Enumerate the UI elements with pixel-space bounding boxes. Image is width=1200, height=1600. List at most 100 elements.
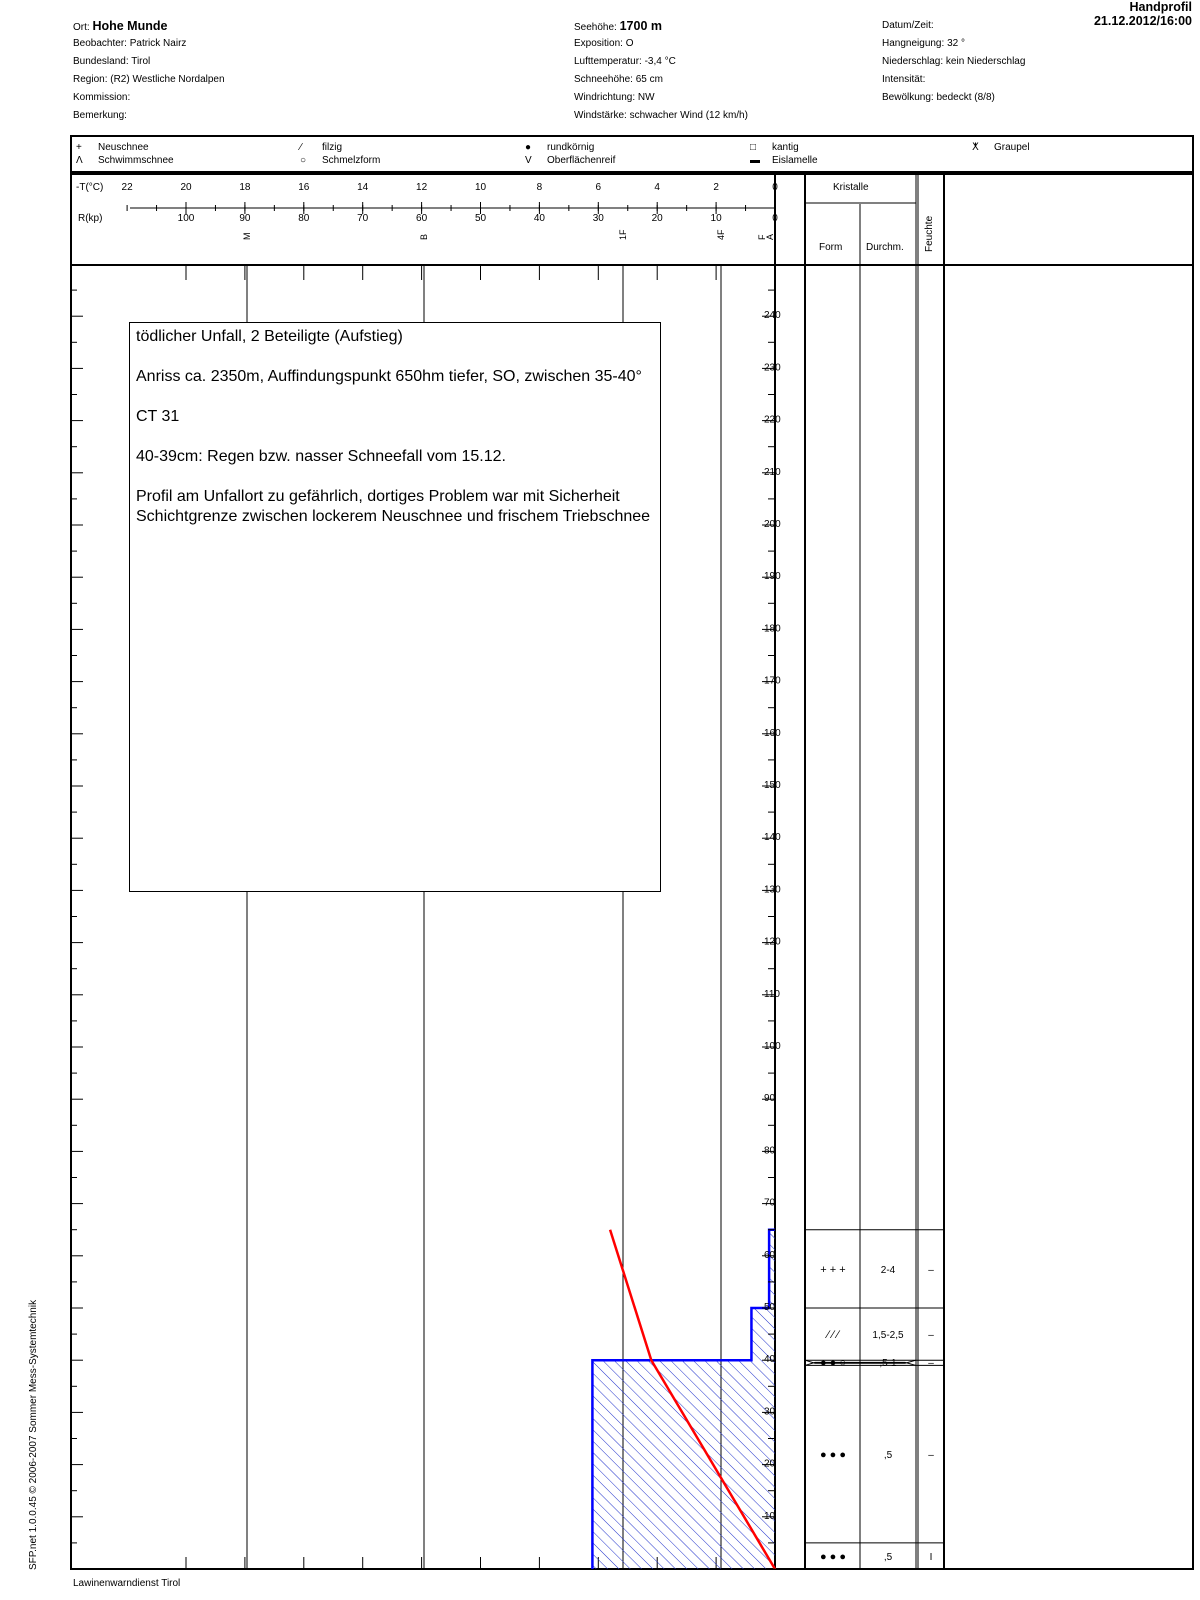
height-tick-label: 220 xyxy=(764,415,781,426)
legend-label: kantig xyxy=(772,142,799,153)
hardness-label: M xyxy=(242,233,252,241)
hardness-fill xyxy=(592,1229,775,1569)
temp-tick-label: 14 xyxy=(357,182,369,193)
note-line: CT 31 xyxy=(136,408,180,425)
height-tick-label: 30 xyxy=(764,1406,776,1417)
remarks-box: tödlicher Unfall, 2 Beteiligte (Aufstieg… xyxy=(129,322,661,892)
temp-tick-label: 8 xyxy=(537,182,543,193)
layer-table: + + + 2-4 – ∕ ∕ ∕ 1,5-2,5 – ● ● ○ ,5-1 – ● ● ● ,5 –… xyxy=(804,1229,944,1570)
layer-diameter: 1,5-2,5 xyxy=(872,1330,904,1341)
layer-form: ● ● ○ xyxy=(820,1357,846,1369)
legend-symbol: ⵅ xyxy=(972,142,979,153)
height-tick-label: 50 xyxy=(764,1302,776,1313)
temp-tick-label: 4 xyxy=(654,182,660,193)
layer-diameter: ,5 xyxy=(884,1552,893,1563)
note-line: Profil am Unfallort zu gefährlich, dorti… xyxy=(136,488,651,525)
note-line: tödlicher Unfall, 2 Beteiligte (Aufstieg… xyxy=(136,328,403,345)
resistance-tick-label: 80 xyxy=(298,213,310,224)
hardness-label: 1F xyxy=(618,229,628,240)
legend-label: Neuschnee xyxy=(98,142,149,153)
legend-label: Oberflächenreif xyxy=(547,155,616,166)
layer-form: ∕ ∕ ∕ xyxy=(824,1329,841,1341)
layer-diameter: ,5 xyxy=(884,1450,893,1461)
layer-form: ● ● ● xyxy=(820,1449,846,1461)
height-tick-label: 120 xyxy=(764,937,781,948)
hardness-label: A xyxy=(765,234,775,240)
temp-tick-label: 18 xyxy=(239,182,251,193)
height-tick-label: 60 xyxy=(764,1250,776,1261)
note-line: 40-39cm: Regen bzw. nasser Schneefall vo… xyxy=(136,448,506,465)
height-tick-label: 10 xyxy=(764,1511,776,1522)
legend-symbol: Λ xyxy=(76,155,83,166)
temp-tick-label: 2 xyxy=(713,182,719,193)
hardness-profile xyxy=(591,1228,775,1569)
form-header: Form xyxy=(819,242,842,253)
height-tick-label: 230 xyxy=(764,362,781,373)
legend-symbol: □ xyxy=(750,142,756,153)
legend-label: rundkörnig xyxy=(547,142,594,153)
software-credit: SFP.net 1.0.0.45 © 2006-2007 Sommer Mess… xyxy=(28,1299,39,1570)
height-tick-label: 20 xyxy=(764,1459,776,1470)
temp-axis-label: -T(°C) xyxy=(76,182,103,193)
hardness-label: 4F xyxy=(716,229,726,240)
resistance-tick-label: 70 xyxy=(357,213,369,224)
resistance-tick-label: 60 xyxy=(416,213,428,224)
feuchte-header: Feuchte xyxy=(924,215,935,252)
temp-tick-label: 10 xyxy=(475,182,487,193)
temp-tick-label: 20 xyxy=(180,182,192,193)
resistance-tick-label: 90 xyxy=(239,213,251,224)
legend-symbol: ○ xyxy=(300,155,306,166)
resistance-tick-label: 30 xyxy=(593,213,605,224)
layer-diameter: ,5-1 xyxy=(879,1358,897,1369)
height-tick-label: 200 xyxy=(764,519,781,530)
legend-symbol: ▬ xyxy=(750,155,760,166)
resistance-tick-label: 0 xyxy=(772,213,778,224)
height-tick-label: 140 xyxy=(764,832,781,843)
legend-symbol: V xyxy=(525,155,532,166)
legend-symbol: + xyxy=(76,142,82,153)
height-tick-label: 210 xyxy=(764,467,781,478)
layer-moisture: – xyxy=(928,1358,934,1369)
layer-moisture: – xyxy=(928,1330,934,1341)
hardness-label: B xyxy=(419,234,429,240)
resistance-tick-label: 10 xyxy=(711,213,723,224)
note-line: Anriss ca. 2350m, Auffindungspunkt 650hm… xyxy=(136,368,642,385)
resistance-axis-label: R(kp) xyxy=(78,213,102,224)
resistance-tick-label: 50 xyxy=(475,213,487,224)
layer-form: ● ● ● xyxy=(820,1551,846,1563)
layer-moisture: – xyxy=(928,1450,934,1461)
temp-tick-label: 22 xyxy=(122,182,134,193)
legend-label: Eislamelle xyxy=(772,155,818,166)
legend-label: Schwimmschnee xyxy=(98,155,174,166)
layer-form: + + + xyxy=(820,1264,845,1276)
temp-tick-label: 0 xyxy=(772,182,778,193)
temp-tick-label: 6 xyxy=(596,182,602,193)
height-tick-label: 190 xyxy=(764,571,781,582)
legend-label: Schmelzform xyxy=(322,155,380,166)
height-tick-label: 150 xyxy=(764,780,781,791)
layer-moisture: – xyxy=(928,1265,934,1276)
layer-diameter: 2-4 xyxy=(881,1265,896,1276)
layer-moisture: I xyxy=(930,1552,933,1563)
temp-tick-label: 12 xyxy=(416,182,428,193)
legend-symbol: ● xyxy=(525,142,531,153)
kristalle-header: Kristalle xyxy=(833,182,869,193)
height-tick-label: 160 xyxy=(764,728,781,739)
height-tick-label: 80 xyxy=(764,1145,776,1156)
footer-organisation: Lawinenwarndienst Tirol xyxy=(73,1578,181,1589)
height-tick-label: 180 xyxy=(764,623,781,634)
legend-label: Graupel xyxy=(994,142,1030,153)
legend-symbol: ∕ xyxy=(297,142,303,153)
resistance-tick-label: 40 xyxy=(534,213,546,224)
temp-tick-label: 16 xyxy=(298,182,310,193)
resistance-tick-label: 100 xyxy=(178,213,195,224)
legend: + Neuschnee Λ Schwimmschnee ∕ filzig ○ Schmelzf… xyxy=(76,142,1030,166)
height-tick-label: 100 xyxy=(764,1041,781,1052)
height-tick-label: 170 xyxy=(764,676,781,687)
height-tick-label: 110 xyxy=(764,989,780,1000)
height-tick-label: 130 xyxy=(764,884,781,895)
durchm-header: Durchm. xyxy=(866,242,904,253)
resistance-tick-label: 20 xyxy=(652,213,664,224)
axis-header: -T(°C) 22 20 18 16 14 12 10 8 6 4 2 0R(kp) 100 90 80 70 6… xyxy=(76,182,935,253)
legend-label: filzig xyxy=(322,142,342,153)
